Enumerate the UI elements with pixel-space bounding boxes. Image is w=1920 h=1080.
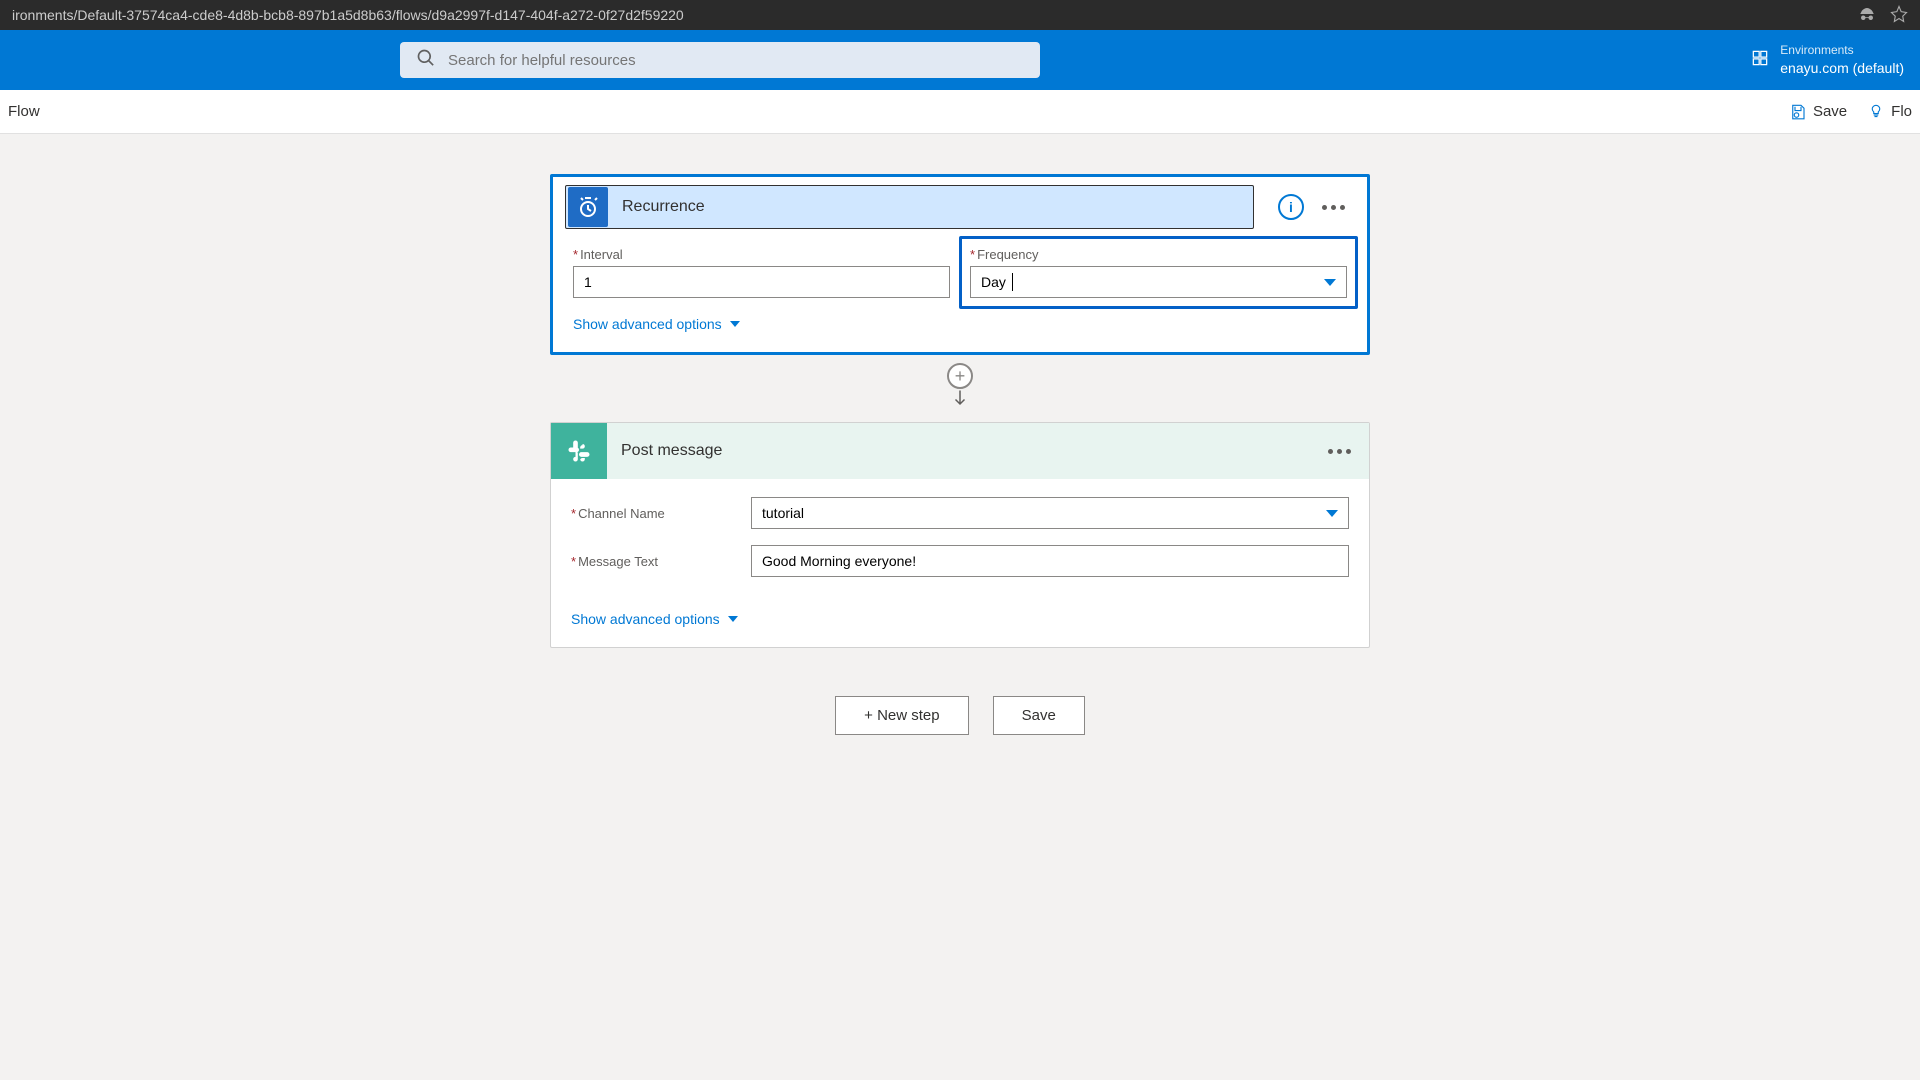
- message-text-label: Message Text: [578, 554, 658, 569]
- more-menu-icon[interactable]: [1328, 449, 1351, 454]
- frequency-select[interactable]: Day: [970, 266, 1347, 298]
- breadcrumb[interactable]: Flow: [8, 103, 40, 120]
- search-icon: [416, 48, 448, 73]
- post-message-card: Post message *Channel Name tutorial *Mes…: [550, 422, 1370, 648]
- info-icon[interactable]: i: [1278, 194, 1304, 220]
- new-step-button[interactable]: + New step: [835, 696, 968, 735]
- star-icon[interactable]: [1890, 5, 1908, 26]
- search-box[interactable]: [400, 42, 1040, 78]
- flow-checker-label: Flo: [1891, 103, 1912, 120]
- app-header: Environments enayu.com (default): [0, 30, 1920, 90]
- recurrence-title: Recurrence: [622, 198, 705, 216]
- save-label: Save: [1813, 103, 1847, 120]
- browser-url: ironments/Default-37574ca4-cde8-4d8b-bcb…: [12, 7, 1858, 23]
- recurrence-card: Recurrence i *Interval *Frequency: [550, 174, 1370, 355]
- recurrence-advanced-options[interactable]: Show advanced options: [573, 316, 740, 332]
- slack-icon: [551, 423, 607, 479]
- channel-name-select[interactable]: tutorial: [751, 497, 1349, 529]
- arrow-down-icon: [951, 387, 969, 414]
- browser-address-bar: ironments/Default-37574ca4-cde8-4d8b-bcb…: [0, 0, 1920, 30]
- frequency-label: Frequency: [977, 247, 1038, 262]
- chevron-down-icon: [1326, 510, 1338, 517]
- chevron-down-icon: [728, 616, 738, 622]
- add-step-inline[interactable]: +: [947, 363, 973, 389]
- clock-icon: [568, 187, 608, 227]
- channel-name-label: Channel Name: [578, 506, 665, 521]
- frequency-field: *Frequency Day: [970, 247, 1347, 298]
- more-menu-icon[interactable]: [1322, 205, 1345, 210]
- flow-connector: +: [947, 363, 973, 414]
- environment-picker[interactable]: Environments enayu.com (default): [1750, 43, 1904, 77]
- message-text-input[interactable]: [751, 545, 1349, 577]
- chevron-down-icon: [1324, 279, 1336, 286]
- interval-field: *Interval: [573, 247, 950, 298]
- save-button[interactable]: Save: [1789, 103, 1847, 121]
- interval-input[interactable]: [573, 266, 950, 298]
- env-label: Environments: [1780, 43, 1904, 59]
- text-cursor: [1012, 273, 1013, 291]
- channel-name-value: tutorial: [762, 505, 804, 521]
- command-bar: Flow Save Flo: [0, 90, 1920, 134]
- flow-checker-button[interactable]: Flo: [1867, 103, 1912, 121]
- post-message-header[interactable]: Post message: [551, 423, 1369, 479]
- search-input[interactable]: [448, 52, 1024, 69]
- frequency-value: Day: [981, 274, 1006, 290]
- environment-icon: [1750, 48, 1770, 73]
- env-name: enayu.com (default): [1780, 59, 1904, 77]
- interval-label: Interval: [580, 247, 623, 262]
- flow-canvas: Recurrence i *Interval *Frequency: [0, 134, 1920, 775]
- save-flow-button[interactable]: Save: [993, 696, 1085, 735]
- chevron-down-icon: [730, 321, 740, 327]
- post-advanced-options[interactable]: Show advanced options: [571, 611, 738, 627]
- post-message-title: Post message: [621, 442, 1328, 460]
- recurrence-header[interactable]: Recurrence i: [553, 177, 1367, 237]
- incognito-icon[interactable]: [1858, 5, 1876, 26]
